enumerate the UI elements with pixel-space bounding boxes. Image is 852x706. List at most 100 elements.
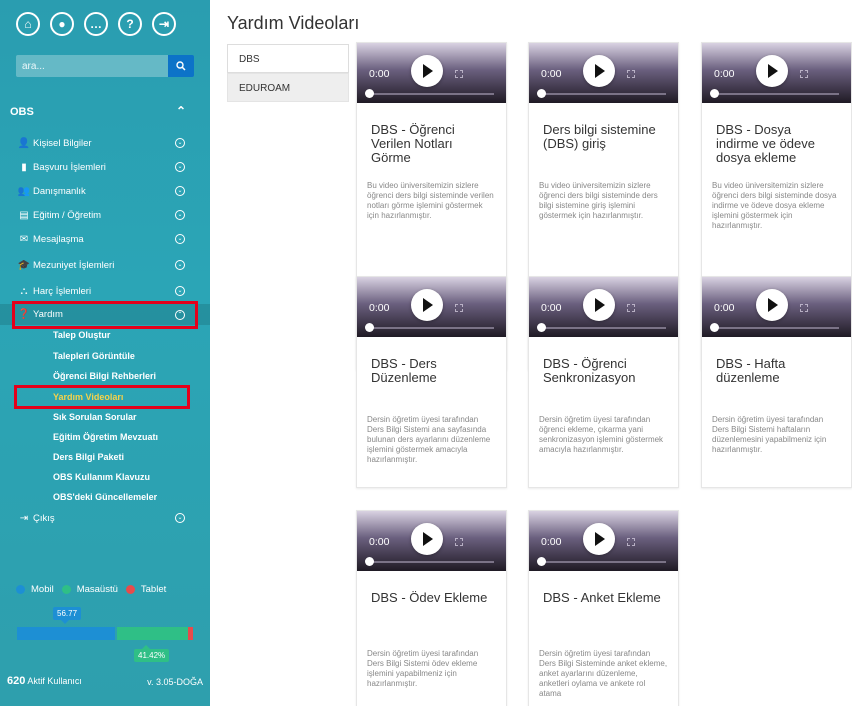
tab-dbs[interactable]: DBS xyxy=(227,44,349,73)
video-progress-track[interactable] xyxy=(541,561,666,563)
video-player[interactable]: 0:00 xyxy=(702,277,851,337)
video-title: DBS - Ödev Ekleme xyxy=(371,590,488,605)
play-icon[interactable] xyxy=(756,55,788,87)
video-time: 0:00 xyxy=(541,302,562,314)
video-progress-handle[interactable] xyxy=(537,323,546,332)
video-progress-track[interactable] xyxy=(369,561,494,563)
video-progress-track[interactable] xyxy=(369,93,494,95)
video-title: DBS - Öğrenci Senkronizasyon xyxy=(543,356,636,385)
video-card: 0:00 DBS - Hafta düzenleme Dersin öğretim … xyxy=(701,276,852,488)
video-progress-track[interactable] xyxy=(714,327,839,329)
chevron-down-icon: ⌄ xyxy=(175,210,185,220)
play-icon[interactable] xyxy=(583,55,615,87)
fullscreen-icon[interactable] xyxy=(800,304,808,312)
video-player[interactable]: 0:00 xyxy=(357,511,506,571)
play-icon[interactable] xyxy=(411,289,443,321)
video-progress-track[interactable] xyxy=(714,93,839,95)
video-player[interactable]: 0:00 xyxy=(357,277,506,337)
submenu-ders-bilgi-paketi[interactable]: Ders Bilgi Paketi xyxy=(53,452,124,462)
video-progress-handle[interactable] xyxy=(710,323,719,332)
desktop-usage-tooltip: 41.42% xyxy=(134,645,170,662)
video-progress-handle[interactable] xyxy=(365,89,374,98)
page-title: Yardım Videoları xyxy=(227,13,360,33)
top-icon-bar: ⌂ ● … ? ⇥ xyxy=(16,12,176,36)
video-player[interactable]: 0:00 xyxy=(357,43,506,103)
video-description: Dersin öğretim üyesi tarafından Ders Bil… xyxy=(712,415,827,454)
video-player[interactable]: 0:00 xyxy=(702,43,851,103)
device-usage-bar xyxy=(17,627,193,640)
sidebar-item-label: Kişisel Bilgiler xyxy=(33,137,92,149)
tab-eduroam[interactable]: EDUROAM xyxy=(227,73,349,102)
legend-item-tablet: Tablet xyxy=(125,584,167,595)
submenu-talep-olustur[interactable]: Talep Oluştur xyxy=(53,330,110,340)
fullscreen-icon[interactable] xyxy=(455,538,463,546)
sidebar-item-harc-islemleri[interactable]: ⛬ Harç İşlemleri ⌄ xyxy=(0,281,210,301)
fullscreen-icon[interactable] xyxy=(627,538,635,546)
sidebar-item-egitim-ogretim[interactable]: ▤ Eğitim / Öğretim ⌄ xyxy=(0,205,210,225)
briefcase-icon: ▮ xyxy=(21,161,27,173)
video-progress-track[interactable] xyxy=(541,93,666,95)
chat-icon[interactable]: … xyxy=(84,12,108,36)
video-player[interactable]: 0:00 xyxy=(529,511,678,571)
sidebar-item-cikis[interactable]: ⇥ Çıkış ⌄ xyxy=(0,508,210,528)
video-description: Dersin öğretim üyesi tarafından Ders Bil… xyxy=(539,649,668,698)
legend-item-mobile: Mobil xyxy=(16,584,54,595)
video-progress-handle[interactable] xyxy=(537,89,546,98)
play-icon[interactable] xyxy=(583,523,615,555)
video-title: DBS - Hafta düzenleme xyxy=(716,356,786,385)
fullscreen-icon[interactable] xyxy=(455,70,463,78)
legend-label: Mobil xyxy=(31,584,54,595)
search-input[interactable] xyxy=(16,55,168,77)
video-title: Ders bilgi sistemine (DBS) giriş xyxy=(543,122,656,151)
submenu-talepleri-goruntule[interactable]: Talepleri Görüntüle xyxy=(53,351,135,361)
help-icon[interactable]: ? xyxy=(118,12,142,36)
submenu-obs-guncellemeler[interactable]: OBS'deki Güncellemeler xyxy=(53,492,157,502)
search-icon xyxy=(176,61,186,71)
video-time: 0:00 xyxy=(369,536,390,548)
video-progress-handle[interactable] xyxy=(537,557,546,566)
sidebar-item-mezuniyet-islemleri[interactable]: 🎓 Mezuniyet İşlemleri ⌄ xyxy=(0,255,210,275)
legend-label: Masaüstü xyxy=(76,584,118,595)
usage-bar-desktop xyxy=(116,627,188,640)
obs-section-header[interactable]: OBS ⌃ xyxy=(0,104,210,122)
legend-label: Tablet xyxy=(140,584,167,595)
logout-icon[interactable]: ⇥ xyxy=(152,12,176,36)
chevron-up-icon: ⌃ xyxy=(176,104,187,118)
submenu-egitim-ogretim-mevzuati[interactable]: Eğitim Öğretim Mevzuatı xyxy=(53,432,158,442)
video-description: Bu video üniversitemizin sizlere öğrenci… xyxy=(367,181,494,220)
search-button[interactable] xyxy=(168,55,194,77)
fullscreen-icon[interactable] xyxy=(627,70,635,78)
sidebar-item-basvuru-islemleri[interactable]: ▮ Başvuru İşlemleri ⌄ xyxy=(0,157,210,177)
home-icon[interactable]: ⌂ xyxy=(16,12,40,36)
play-icon[interactable] xyxy=(411,523,443,555)
submenu-obs-kullanim-klavuzu[interactable]: OBS Kullanım Klavuzu xyxy=(53,472,150,482)
video-progress-handle[interactable] xyxy=(365,557,374,566)
video-progress-handle[interactable] xyxy=(365,323,374,332)
sidebar-item-label: Çıkış xyxy=(33,512,55,524)
video-progress-track[interactable] xyxy=(541,327,666,329)
video-progress-track[interactable] xyxy=(369,327,494,329)
user-icon[interactable]: ● xyxy=(50,12,74,36)
sidebar-item-kisisel-bilgiler[interactable]: 👤 Kişisel Bilgiler ⌄ xyxy=(0,133,210,153)
sidebar-item-mesajlasma[interactable]: ✉ Mesajlaşma ⌄ xyxy=(0,229,210,249)
video-progress-handle[interactable] xyxy=(710,89,719,98)
sidebar-item-label: Eğitim / Öğretim xyxy=(33,209,102,221)
sidebar-item-danismanlik[interactable]: 👥 Danışmanlık ⌄ xyxy=(0,181,210,201)
active-users-label: Aktif Kullanıcı xyxy=(27,676,82,686)
video-player[interactable]: 0:00 xyxy=(529,277,678,337)
play-icon[interactable] xyxy=(756,289,788,321)
sidebar-item-label: Mesajlaşma xyxy=(33,233,84,245)
fullscreen-icon[interactable] xyxy=(455,304,463,312)
sidebar-item-label: Mezuniyet İşlemleri xyxy=(33,259,115,271)
book-icon: ▤ xyxy=(19,209,29,221)
play-icon[interactable] xyxy=(411,55,443,87)
fullscreen-icon[interactable] xyxy=(800,70,808,78)
fullscreen-icon[interactable] xyxy=(627,304,635,312)
submenu-ogrenci-bilgi-rehberleri[interactable]: Öğrenci Bilgi Rehberleri xyxy=(53,371,156,381)
play-icon[interactable] xyxy=(583,289,615,321)
submenu-sik-sorulan-sorular[interactable]: Sık Sorulan Sorular xyxy=(53,412,137,422)
device-legend: Mobil Masaüstü Tablet xyxy=(16,584,174,595)
video-time: 0:00 xyxy=(714,302,735,314)
video-player[interactable]: 0:00 xyxy=(529,43,678,103)
video-title: DBS - Ders Düzenleme xyxy=(371,356,437,385)
